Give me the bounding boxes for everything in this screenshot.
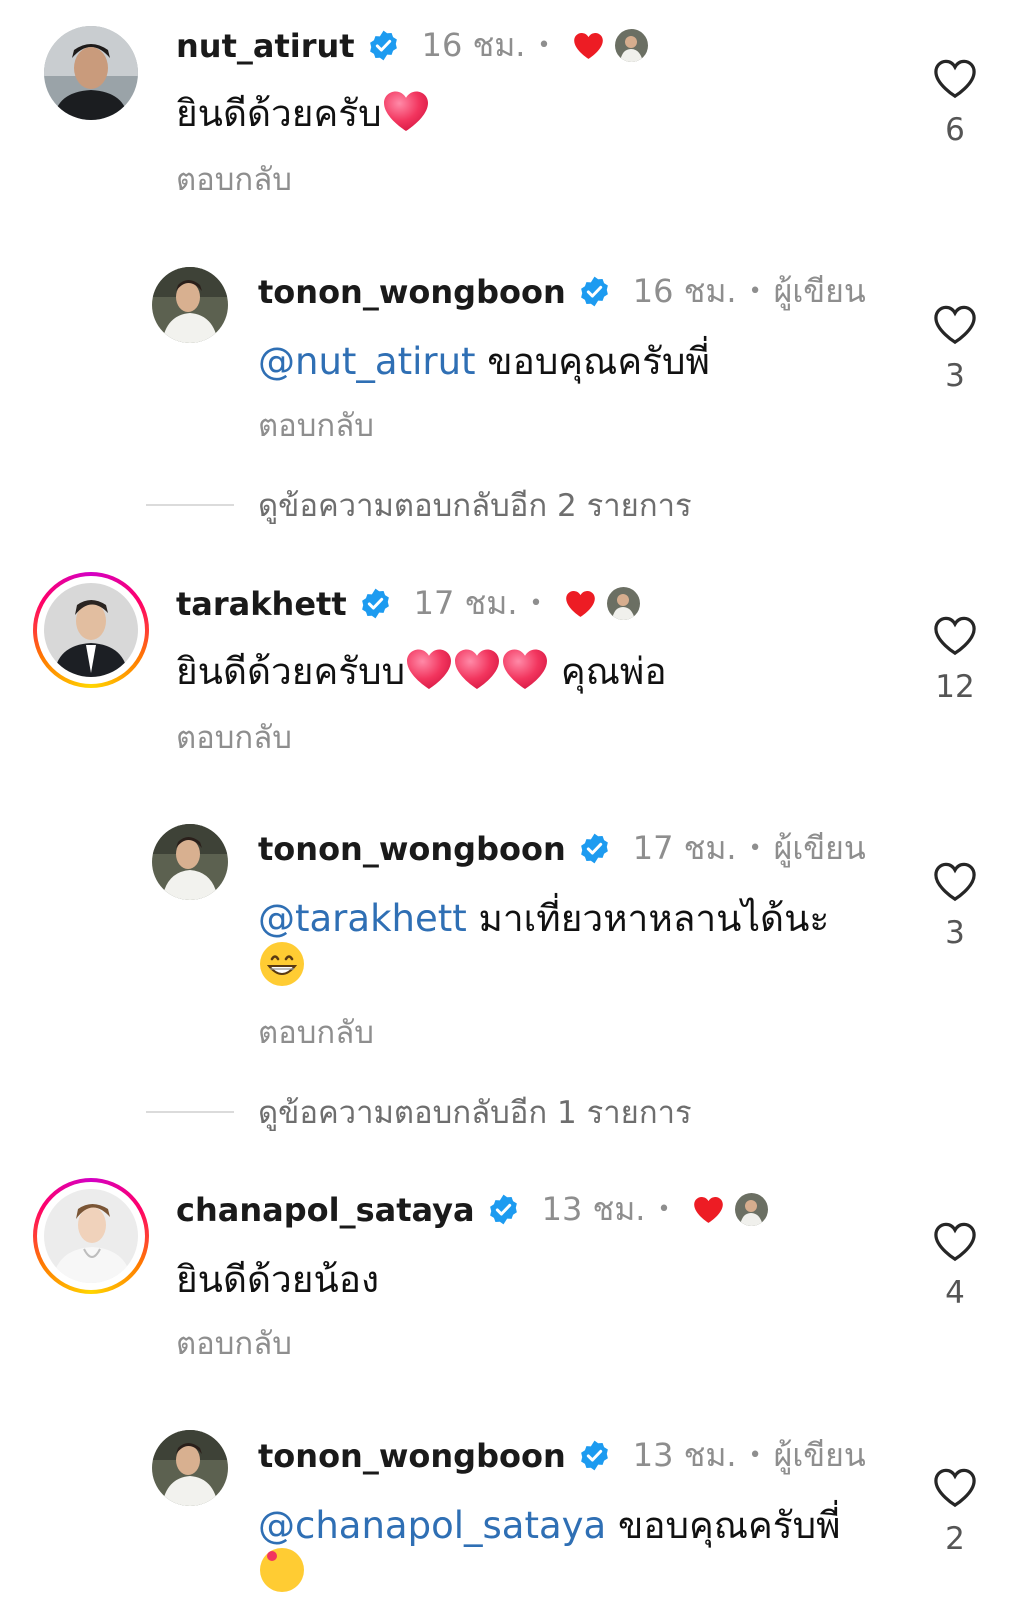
avatar[interactable] xyxy=(152,824,228,900)
timestamp: 16 ชม. xyxy=(421,26,526,64)
view-more-replies-label[interactable]: ดูข้อความตอบกลับอีก 2 รายการ xyxy=(258,480,692,530)
reply-button[interactable]: ตอบกลับ xyxy=(258,1007,374,1057)
verified-icon xyxy=(367,29,400,62)
view-more-replies-label[interactable]: ดูข้อความตอบกลับอีก 1 รายการ xyxy=(258,1087,692,1137)
story-ring[interactable] xyxy=(33,572,149,688)
timestamp: 17 ชม. xyxy=(632,829,737,867)
reply-button[interactable]: ตอบกลับ xyxy=(258,400,374,450)
author-liked-heart-icon xyxy=(692,1195,725,1225)
red-heart-emoji-icon xyxy=(405,647,453,700)
author-mini-avatar xyxy=(735,1193,769,1226)
like-button[interactable]: 12 xyxy=(930,615,980,705)
story-ring[interactable] xyxy=(33,1178,149,1294)
comment-header: tonon_wongboon 17 ชม. • ผู้เขียน xyxy=(258,823,866,874)
timestamp: 16 ชม. xyxy=(632,272,737,310)
smiling-face-with-hearts-emoji-icon xyxy=(258,1546,306,1603)
avatar[interactable] xyxy=(44,26,138,120)
comment-text: @chanapol_sataya ขอบคุณครับพี่ xyxy=(258,1496,841,1555)
verified-icon xyxy=(359,587,392,620)
avatar[interactable] xyxy=(152,1430,228,1506)
like-count: 12 xyxy=(935,669,975,705)
comment-body: มาเที่ยวหาหลานได้นะ xyxy=(466,897,830,940)
comment-body: ขอบคุณครับพี่ xyxy=(475,340,710,383)
author-liked-heart-icon xyxy=(572,31,605,61)
heart-outline-icon[interactable] xyxy=(932,1221,978,1263)
red-heart-emoji-icon xyxy=(382,89,430,142)
author-label: ผู้เขียน xyxy=(773,829,866,867)
divider-line xyxy=(146,504,234,506)
avatar[interactable] xyxy=(44,1189,138,1283)
reply-button[interactable]: ตอบกลับ xyxy=(176,712,292,762)
red-heart-emoji-icon xyxy=(501,647,549,700)
separator-dot: • xyxy=(748,836,762,861)
username[interactable]: tarakhett xyxy=(176,585,347,623)
author-label: ผู้เขียน xyxy=(773,1436,866,1474)
separator-dot: • xyxy=(748,1443,762,1468)
author-mini-avatar xyxy=(615,29,649,62)
view-more-replies-button[interactable]: ดูข้อความตอบกลับอีก 2 รายการ xyxy=(146,480,692,530)
like-button[interactable]: 6 xyxy=(930,58,980,148)
separator-dot: • xyxy=(529,591,543,616)
heart-outline-icon[interactable] xyxy=(932,861,978,903)
comment-text: ยินดีด้วยครับ xyxy=(176,84,430,143)
reply-button[interactable]: ตอบกลับ xyxy=(176,154,292,204)
verified-icon xyxy=(578,275,611,308)
comment-text: ยินดีด้วยครับบ คุณพ่อ xyxy=(176,642,667,701)
comment-body: ขอบคุณครับพี่ xyxy=(606,1504,841,1547)
like-button[interactable]: 4 xyxy=(930,1221,980,1311)
like-count: 2 xyxy=(945,1521,965,1557)
username[interactable]: tonon_wongboon xyxy=(258,1437,566,1475)
avatar[interactable] xyxy=(44,583,138,677)
comment-body: ยินดีด้วยน้อง xyxy=(176,1258,380,1301)
heart-outline-icon[interactable] xyxy=(932,304,978,346)
timestamp: 13 ชม. xyxy=(541,1190,646,1228)
comment-header: tarakhett 17 ชม. • xyxy=(176,578,641,629)
username[interactable]: tonon_wongboon xyxy=(258,830,566,868)
author-mini-avatar xyxy=(607,587,641,620)
author-liked-heart-icon xyxy=(564,589,597,619)
heart-outline-icon[interactable] xyxy=(932,615,978,657)
timestamp: 13 ชม. xyxy=(632,1436,737,1474)
username[interactable]: nut_atirut xyxy=(176,27,355,65)
separator-dot: • xyxy=(657,1197,671,1222)
comment-body-suffix: คุณพ่อ xyxy=(549,650,667,693)
comment-body: ยินดีด้วยครับ xyxy=(176,92,382,135)
comment-body: ยินดีด้วยครับบ xyxy=(176,650,406,693)
grinning-emoji-icon xyxy=(258,940,306,997)
like-count: 4 xyxy=(945,1275,965,1311)
heart-outline-icon[interactable] xyxy=(932,1467,978,1509)
comment-header: chanapol_sataya 13 ชม. • xyxy=(176,1184,769,1235)
view-more-replies-button[interactable]: ดูข้อความตอบกลับอีก 1 รายการ xyxy=(146,1087,692,1137)
comment-text: @nut_atirut ขอบคุณครับพี่ xyxy=(258,332,710,391)
like-button[interactable]: 3 xyxy=(930,861,980,951)
comment-header: tonon_wongboon 16 ชม. • ผู้เขียน xyxy=(258,266,866,317)
comment-header: nut_atirut 16 ชม. • xyxy=(176,20,649,71)
mention-link[interactable]: @chanapol_sataya xyxy=(258,1504,606,1547)
comment-text: ยินดีด้วยน้อง xyxy=(176,1250,379,1309)
like-button[interactable]: 3 xyxy=(930,304,980,394)
mention-link[interactable]: @tarakhett xyxy=(258,897,467,940)
like-count: 3 xyxy=(945,915,965,951)
like-count: 6 xyxy=(945,112,965,148)
separator-dot: • xyxy=(537,33,551,58)
username[interactable]: tonon_wongboon xyxy=(258,273,566,311)
like-button[interactable]: 2 xyxy=(930,1467,980,1557)
verified-icon xyxy=(578,1439,611,1472)
username[interactable]: chanapol_sataya xyxy=(176,1191,475,1229)
comment-text: @tarakhett มาเที่ยวหาหลานได้นะ xyxy=(258,889,829,948)
like-count: 3 xyxy=(945,358,965,394)
mention-link[interactable]: @nut_atirut xyxy=(258,340,476,383)
verified-icon xyxy=(487,1193,520,1226)
reply-button[interactable]: ตอบกลับ xyxy=(176,1318,292,1368)
avatar[interactable] xyxy=(152,267,228,343)
timestamp: 17 ชม. xyxy=(413,584,518,622)
comment-header: tonon_wongboon 13 ชม. • ผู้เขียน xyxy=(258,1430,866,1481)
author-label: ผู้เขียน xyxy=(773,272,866,310)
red-heart-emoji-icon xyxy=(453,647,501,700)
heart-outline-icon[interactable] xyxy=(932,58,978,100)
separator-dot: • xyxy=(748,279,762,304)
divider-line xyxy=(146,1111,234,1113)
verified-icon xyxy=(578,832,611,865)
